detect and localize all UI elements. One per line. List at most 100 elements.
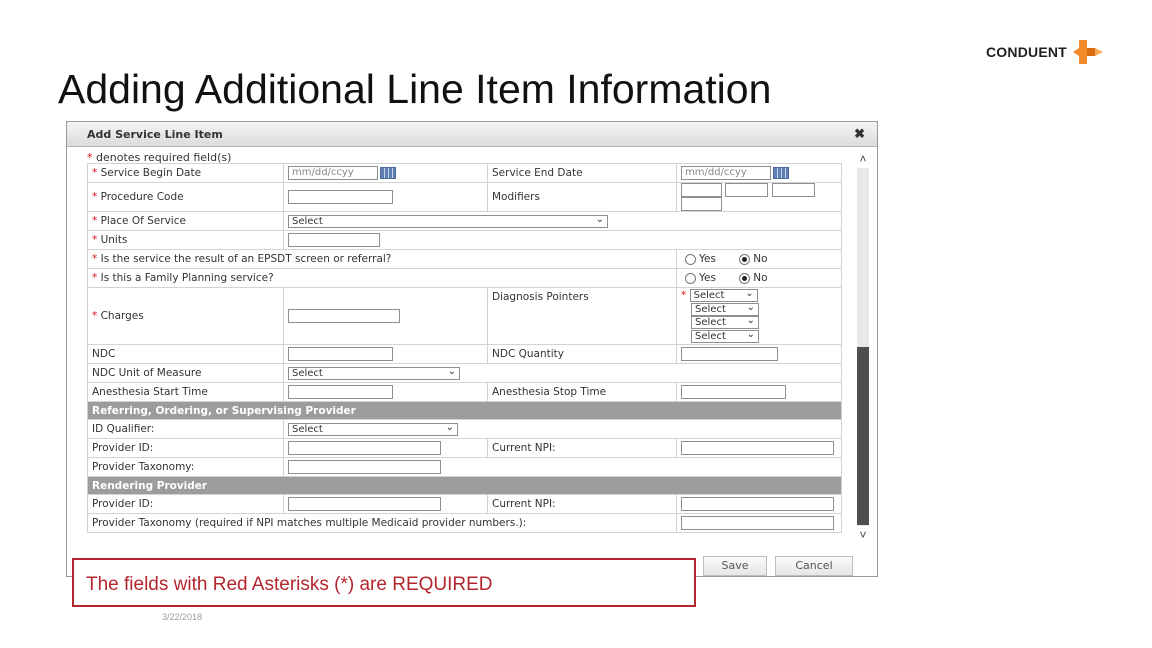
service-line-form: * Service Begin Date mm/dd/ccyy Service … — [87, 163, 842, 533]
charges-label: * Charges — [87, 287, 284, 345]
row-procedure: * Procedure Code Modifiers — [87, 182, 842, 212]
rendering-taxonomy-input[interactable] — [681, 516, 834, 530]
service-end-date-cell: mm/dd/ccyy — [676, 163, 842, 183]
provider-taxonomy-cell — [283, 457, 842, 477]
current-npi-input[interactable] — [681, 441, 834, 455]
row-charges: * Charges Diagnosis Pointers * Select ⌄ S… — [87, 287, 842, 345]
units-input[interactable] — [288, 233, 380, 247]
slide-date: 3/22/2018 — [162, 612, 203, 622]
charges-cell — [283, 287, 488, 345]
row-referring-provider-id: Provider ID: Current NPI: — [87, 438, 842, 458]
charges-input[interactable] — [288, 309, 400, 323]
row-ndc-unit: NDC Unit of Measure Select ⌄ — [87, 363, 842, 383]
row-family-planning: * Is this a Family Planning service? Yes… — [87, 268, 842, 288]
rendering-current-npi-input[interactable] — [681, 497, 834, 511]
referring-section-header: Referring, Ordering, or Supervising Prov… — [87, 401, 842, 420]
close-icon[interactable]: ✖ — [854, 126, 865, 142]
provider-id-input[interactable] — [288, 441, 441, 455]
scroll-thumb[interactable] — [857, 347, 869, 525]
anesthesia-stop-label: Anesthesia Stop Time — [487, 382, 677, 402]
anesthesia-start-label: Anesthesia Start Time — [87, 382, 284, 402]
diagnosis-pointer-1-select[interactable]: Select ⌄ — [689, 289, 758, 302]
family-planning-no-radio[interactable]: No — [739, 272, 768, 284]
service-end-date-input[interactable]: mm/dd/ccyy — [681, 166, 771, 180]
family-planning-radio-group: Yes No — [676, 268, 842, 288]
ndc-quantity-cell — [676, 344, 842, 364]
calendar-icon[interactable] — [380, 167, 396, 179]
rendering-section-header: Rendering Provider — [87, 476, 842, 495]
vertical-scrollbar[interactable]: ˄ ˅ — [855, 152, 871, 542]
diagnosis-pointer-4-select[interactable]: Select ⌄ — [691, 328, 760, 343]
place-of-service-label: * Place Of Service — [87, 211, 284, 231]
ndc-cell — [283, 344, 488, 364]
procedure-code-cell — [283, 182, 488, 212]
diagnosis-pointer-3-select[interactable]: Select ⌄ — [691, 315, 760, 329]
row-ndc: NDC NDC Quantity — [87, 344, 842, 364]
radio-selected-icon — [739, 253, 751, 265]
modifier-4-input[interactable] — [681, 197, 722, 211]
id-qualifier-select[interactable]: Select ⌄ — [288, 422, 458, 436]
rendering-provider-id-label: Provider ID: — [87, 494, 284, 514]
diagnosis-pointer-2-select[interactable]: Select ⌄ — [691, 301, 760, 316]
row-units: * Units — [87, 230, 842, 250]
chevron-down-icon: ⌄ — [746, 315, 756, 326]
modifier-1-input[interactable] — [681, 183, 722, 197]
current-npi-label: Current NPI: — [487, 438, 677, 458]
epsdt-yes-radio[interactable]: Yes — [685, 253, 716, 265]
dialog-title: Add Service Line Item — [87, 128, 223, 141]
modifier-3-input[interactable] — [771, 183, 815, 197]
place-of-service-select[interactable]: Select ⌄ — [288, 214, 608, 228]
rendering-provider-id-input[interactable] — [288, 497, 441, 511]
callout-text: The fields with Red Asterisks (*) are RE… — [86, 574, 493, 595]
rendering-provider-section: Rendering Provider — [87, 476, 842, 495]
units-label: * Units — [87, 230, 284, 250]
conduent-logo-icon — [1072, 40, 1103, 64]
referring-provider-section: Referring, Ordering, or Supervising Prov… — [87, 401, 842, 420]
ndc-unit-label: NDC Unit of Measure — [87, 363, 284, 383]
ndc-quantity-input[interactable] — [681, 347, 778, 361]
modifier-2-input[interactable] — [725, 183, 769, 197]
procedure-code-label: * Procedure Code — [87, 182, 284, 212]
rendering-taxonomy-label: Provider Taxonomy (required if NPI match… — [87, 513, 677, 533]
rendering-provider-id-cell — [283, 494, 488, 514]
required-fields-callout: The fields with Red Asterisks (*) are RE… — [72, 558, 696, 607]
save-button[interactable]: Save — [703, 556, 767, 576]
units-cell — [283, 230, 842, 250]
row-rendering-provider-id: Provider ID: Current NPI: — [87, 494, 842, 514]
anesthesia-start-input[interactable] — [288, 385, 393, 399]
add-service-line-item-dialog: Add Service Line Item ✖ * denotes requir… — [66, 121, 878, 577]
epsdt-radio-group: Yes No — [676, 249, 842, 269]
provider-taxonomy-input[interactable] — [288, 460, 441, 474]
id-qualifier-label: ID Qualifier: — [87, 419, 284, 439]
ndc-unit-cell: Select ⌄ — [283, 363, 842, 383]
row-epsdt: * Is the service the result of an EPSDT … — [87, 249, 842, 269]
epsdt-no-radio[interactable]: No — [739, 253, 768, 265]
radio-icon — [685, 272, 696, 284]
family-planning-yes-radio[interactable]: Yes — [685, 272, 716, 284]
chevron-down-icon: ⌄ — [746, 328, 756, 340]
rendering-current-npi-cell — [676, 494, 842, 514]
chevron-down-icon: ⌄ — [447, 365, 456, 377]
current-npi-cell — [676, 438, 842, 458]
anesthesia-stop-input[interactable] — [681, 385, 786, 399]
id-qualifier-cell: Select ⌄ — [283, 419, 842, 439]
modifiers-label: Modifiers — [487, 182, 677, 212]
ndc-quantity-label: NDC Quantity — [487, 344, 677, 364]
service-begin-date-input[interactable]: mm/dd/ccyy — [288, 166, 378, 180]
calendar-icon[interactable] — [773, 167, 789, 179]
logo-text: CONDUENT — [986, 44, 1067, 60]
ndc-input[interactable] — [288, 347, 393, 361]
radio-icon — [685, 253, 696, 265]
chevron-down-icon: ⌄ — [746, 301, 756, 313]
scroll-down-icon[interactable]: ˅ — [855, 528, 871, 542]
procedure-code-input[interactable] — [288, 190, 393, 204]
anesthesia-stop-cell — [676, 382, 842, 402]
row-service-dates: * Service Begin Date mm/dd/ccyy Service … — [87, 163, 842, 183]
ndc-unit-select[interactable]: Select ⌄ — [288, 365, 460, 380]
scroll-up-icon[interactable]: ˄ — [855, 152, 871, 166]
cancel-button[interactable]: Cancel — [775, 556, 853, 576]
provider-id-label: Provider ID: — [87, 438, 284, 458]
rendering-taxonomy-cell — [676, 513, 842, 533]
row-rendering-taxonomy: Provider Taxonomy (required if NPI match… — [87, 513, 842, 533]
epsdt-label: * Is the service the result of an EPSDT … — [87, 249, 677, 269]
